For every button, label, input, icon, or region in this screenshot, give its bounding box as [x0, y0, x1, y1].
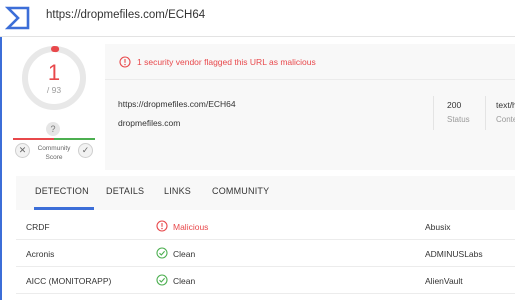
- tab-detection[interactable]: DETECTION: [35, 186, 89, 196]
- content-type-value: text/h: [496, 100, 515, 110]
- content-type-label: Conte: [496, 115, 515, 124]
- vendor-name: Abusix: [425, 222, 451, 232]
- detection-row: Acronis Clean ADMINUSLabs: [16, 240, 515, 267]
- community-like-button[interactable]: ✓: [78, 143, 93, 158]
- tab-details[interactable]: DETAILS: [106, 186, 144, 196]
- virustotal-logo-icon[interactable]: [5, 5, 31, 31]
- status-value: 200: [447, 100, 462, 110]
- analyzed-domain[interactable]: dropmefiles.com: [118, 118, 180, 128]
- community-score-help-icon[interactable]: ?: [46, 122, 60, 136]
- detection-count: 1: [47, 60, 61, 85]
- alert-text: 1 security vendor flagged this URL as ma…: [137, 57, 316, 67]
- detection-row: AICC (MONITORAPP) Clean AlienVault: [16, 267, 515, 294]
- exclamation-circle-icon: [119, 56, 131, 68]
- vendor-name: AlienVault: [425, 276, 463, 286]
- summary-panel: 1 security vendor flagged this URL as ma…: [105, 44, 515, 170]
- tab-bar: DETECTION DETAILS LINKS COMMUNITY: [16, 176, 515, 210]
- community-score-label: Community Score: [37, 145, 71, 161]
- tab-links[interactable]: LINKS: [164, 186, 191, 196]
- vendor-name: Acronis: [26, 249, 55, 259]
- tab-community[interactable]: COMMUNITY: [212, 186, 269, 196]
- check-circle-icon: [156, 247, 168, 259]
- community-score-bar: [13, 138, 95, 140]
- vendor-name: ADMINUSLabs: [425, 249, 483, 259]
- detection-result: Malicious: [173, 222, 209, 232]
- malicious-alert: 1 security vendor flagged this URL as ma…: [105, 44, 515, 80]
- malicious-icon: [156, 220, 168, 232]
- left-edge-accent: [0, 37, 2, 300]
- check-circle-icon: [156, 274, 168, 286]
- detection-result: Clean: [173, 249, 196, 259]
- status-label: Status: [447, 115, 470, 124]
- top-bar: [0, 0, 515, 37]
- community-dislike-button[interactable]: ✕: [15, 143, 30, 158]
- stat-divider: [485, 96, 486, 130]
- active-tab-indicator: [34, 207, 94, 210]
- stat-divider: [433, 96, 434, 130]
- detection-total: / 93: [46, 85, 62, 95]
- vendor-name: CRDF: [26, 222, 50, 232]
- url-search-input[interactable]: [46, 9, 446, 21]
- vendor-name: AICC (MONITORAPP): [26, 276, 112, 286]
- analyzed-url: https://dropmefiles.com/ECH64: [118, 99, 236, 109]
- detection-row: CRDF Malicious Abusix: [16, 213, 515, 240]
- detection-result: Clean: [173, 276, 196, 286]
